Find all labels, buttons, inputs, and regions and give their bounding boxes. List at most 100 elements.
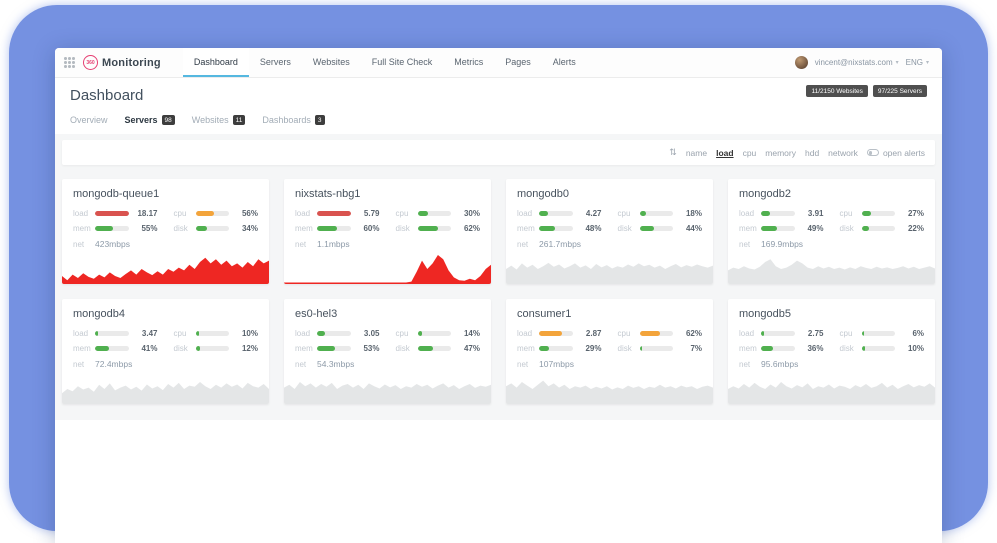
metric-row: mem 53% (295, 344, 380, 353)
metric-label: mem (517, 344, 534, 353)
metric-label: cpu (840, 329, 857, 338)
language-menu[interactable]: ENG ▾ (906, 58, 929, 67)
sort-option-load[interactable]: load (716, 148, 733, 158)
usage-badge: 11/2150 Websites (806, 85, 867, 97)
sort-option-memory[interactable]: memory (765, 148, 796, 158)
metric-bar-fill (761, 226, 777, 231)
nav-item-servers[interactable]: Servers (249, 48, 302, 77)
metric-row: mem 48% (517, 224, 602, 233)
metric-bar (196, 346, 230, 351)
logo[interactable]: 360 Monitoring (83, 55, 161, 70)
metric-row: load 2.87 (517, 329, 602, 338)
net-row: net 1.1mbps (295, 239, 480, 249)
metric-row: cpu 30% (396, 209, 481, 218)
nav-item-pages[interactable]: Pages (494, 48, 542, 77)
server-card-es0-hel3[interactable]: es0-hel3 load 3.05 cpu 14% mem 53% disk … (284, 299, 491, 404)
net-row: net 72.4mbps (73, 359, 258, 369)
metric-bar-fill (539, 226, 555, 231)
metric-bar (418, 346, 452, 351)
metric-value: 22% (900, 224, 924, 233)
server-card-mongodb-queue1[interactable]: mongodb-queue1 load 18.17 cpu 56% mem 55… (62, 179, 269, 284)
metric-bar-fill (317, 346, 335, 351)
metric-bar-fill (418, 331, 423, 336)
metric-label: disk (618, 344, 635, 353)
net-label: net (73, 240, 90, 249)
server-card-mongodb0[interactable]: mongodb0 load 4.27 cpu 18% mem 48% disk … (506, 179, 713, 284)
metric-bar-fill (539, 211, 548, 216)
nav-item-alerts[interactable]: Alerts (542, 48, 587, 77)
tab-overview[interactable]: Overview (70, 115, 108, 125)
metric-row: mem 55% (73, 224, 158, 233)
sparkline-chart (728, 374, 935, 404)
metric-bar (95, 226, 129, 231)
metric-row: disk 10% (840, 344, 925, 353)
sort-option-name[interactable]: name (686, 148, 707, 158)
subtab-label: Servers (125, 115, 158, 125)
metric-row: load 3.05 (295, 329, 380, 338)
metric-label: disk (396, 344, 413, 353)
metric-bar (317, 346, 351, 351)
server-card-mongodb5[interactable]: mongodb5 load 2.75 cpu 6% mem 36% disk 1… (728, 299, 935, 404)
metric-value: 3.47 (134, 329, 158, 338)
metric-bar-fill (418, 211, 428, 216)
nav-item-dashboard[interactable]: Dashboard (183, 48, 249, 77)
metric-bar (418, 226, 452, 231)
server-card-nixstats-nbg1[interactable]: nixstats-nbg1 load 5.79 cpu 30% mem 60% … (284, 179, 491, 284)
sparkline-chart (284, 374, 491, 404)
server-name: mongodb2 (739, 188, 924, 200)
sparkline-chart (728, 254, 935, 284)
metric-label: load (73, 209, 90, 218)
tab-count-badge: 98 (162, 115, 175, 125)
nav-item-metrics[interactable]: Metrics (443, 48, 494, 77)
tab-servers[interactable]: Servers 98 (125, 115, 175, 125)
nav-item-full-site-check[interactable]: Full Site Check (361, 48, 444, 77)
metric-row: load 18.17 (73, 209, 158, 218)
server-card-consumer1[interactable]: consumer1 load 2.87 cpu 62% mem 29% disk… (506, 299, 713, 404)
metric-value: 18.17 (134, 209, 158, 218)
net-value: 423mbps (95, 239, 130, 249)
metric-label: cpu (174, 209, 191, 218)
page-background: 360 Monitoring Dashboard Servers Website… (0, 0, 997, 543)
server-card-mongodb2[interactable]: mongodb2 load 3.91 cpu 27% mem 49% disk … (728, 179, 935, 284)
metric-bar (196, 211, 230, 216)
navbar-right: vincent@nixstats.com ▾ ENG ▾ (795, 48, 942, 77)
metric-label: mem (739, 224, 756, 233)
subtab-label: Websites (192, 115, 229, 125)
tab-dashboards[interactable]: Dashboards 3 (262, 115, 324, 125)
nav-item-websites[interactable]: Websites (302, 48, 361, 77)
user-avatar[interactable] (795, 56, 808, 69)
metric-label: disk (174, 344, 191, 353)
open-alerts-label: open alerts (883, 148, 925, 158)
sort-option-cpu[interactable]: cpu (743, 148, 757, 158)
metric-bar (761, 226, 795, 231)
metric-value: 18% (678, 209, 702, 218)
metric-value: 2.87 (578, 329, 602, 338)
metric-bar (862, 211, 896, 216)
sort-toolbar: ⇅ nameloadcpumemoryhddnetwork open alert… (62, 140, 935, 165)
open-alerts-toggle[interactable]: open alerts (867, 148, 925, 158)
tab-count-badge: 11 (233, 115, 246, 125)
sort-option-hdd[interactable]: hdd (805, 148, 819, 158)
app-grid-icon[interactable] (64, 57, 75, 68)
metric-row: cpu 56% (174, 209, 259, 218)
metric-label: cpu (618, 329, 635, 338)
nav-item-label: Full Site Check (372, 57, 433, 67)
metric-bar (640, 226, 674, 231)
server-metrics: load 18.17 cpu 56% mem 55% disk 34% (73, 209, 258, 233)
metric-label: load (517, 209, 534, 218)
metric-row: cpu 14% (396, 329, 481, 338)
server-metrics: load 5.79 cpu 30% mem 60% disk 62% (295, 209, 480, 233)
tab-websites[interactable]: Websites 11 (192, 115, 246, 125)
metric-label: load (739, 209, 756, 218)
user-email-menu[interactable]: vincent@nixstats.com ▾ (815, 58, 899, 67)
metric-bar-fill (95, 331, 98, 336)
metric-bar (761, 211, 795, 216)
metric-row: cpu 6% (840, 329, 925, 338)
server-name: nixstats-nbg1 (295, 188, 480, 200)
metric-row: cpu 62% (618, 329, 703, 338)
server-card-mongodb4[interactable]: mongodb4 load 3.47 cpu 10% mem 41% disk … (62, 299, 269, 404)
subtab-label: Dashboards (262, 115, 311, 125)
net-value: 107mbps (539, 359, 574, 369)
metric-bar-fill (95, 346, 109, 351)
sort-option-network[interactable]: network (828, 148, 858, 158)
